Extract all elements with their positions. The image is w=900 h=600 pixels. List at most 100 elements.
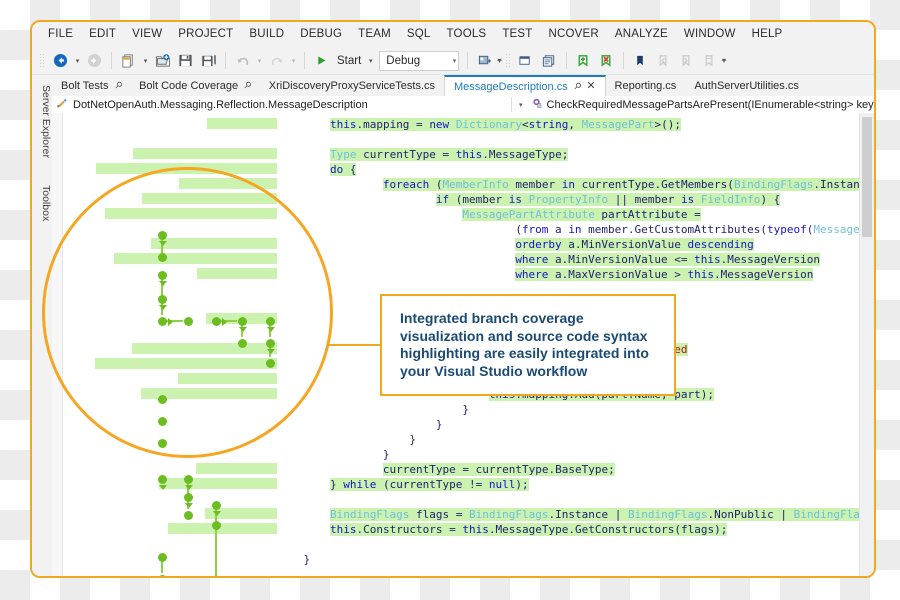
- menu-item-analyze[interactable]: ANALYZE: [607, 22, 676, 47]
- branch-coverage-node: [266, 317, 275, 326]
- document-tab-label: Bolt Code Coverage: [139, 79, 239, 92]
- menu-item-window[interactable]: WINDOW: [676, 22, 744, 47]
- document-tab-bolt-code-coverage[interactable]: Bolt Code Coverage ⚲: [130, 75, 260, 96]
- member-dropdown[interactable]: ▾ CheckRequiredMessagePartsArePresent(IE…: [511, 97, 874, 112]
- branch-coverage-node: [158, 253, 167, 262]
- navigate-forward-icon[interactable]: [84, 50, 105, 72]
- branch-link-vertical: [161, 277, 163, 297]
- sidebar-item-server-explorer[interactable]: Server Explorer: [32, 79, 52, 158]
- clear-bookmarks-icon[interactable]: [699, 50, 720, 72]
- branch-coverage-node: [158, 295, 167, 304]
- branch-arrow-down-icon: [158, 281, 167, 286]
- solution-configuration-select[interactable]: Debug ▾: [379, 50, 460, 71]
- code-line: BindingFlags flags = BindingFlags.Instan…: [329, 507, 860, 522]
- menu-item-team[interactable]: TEAM: [350, 22, 399, 47]
- toolbar-separator: [565, 52, 567, 69]
- toolbar: ▾ ▾ ▾ ▾ Start ▾ Debug ▾ _ ▾ _ ▾: [32, 47, 874, 75]
- save-all-icon[interactable]: [198, 50, 219, 72]
- code-line: }: [409, 432, 416, 447]
- window-icon[interactable]: [516, 50, 537, 72]
- new-item-dropdown-icon[interactable]: ▾: [140, 57, 151, 65]
- document-tab-bolt-tests[interactable]: Bolt Tests ⚲: [52, 75, 130, 96]
- member-dropdown-value: CheckRequiredMessagePartsArePresent(IEnu…: [546, 98, 874, 111]
- code-token: flags =: [409, 508, 470, 521]
- menu-item-file[interactable]: FILE: [40, 22, 81, 47]
- code-token: .Instance |: [813, 178, 860, 191]
- code-token: .MessageType.GetConstructors(flags);: [488, 523, 728, 536]
- new-item-icon[interactable]: [118, 50, 139, 72]
- branch-coverage-node: [158, 575, 167, 576]
- toolbar-grip[interactable]: [39, 52, 46, 69]
- next-bookmark-icon[interactable]: [676, 50, 697, 72]
- menu-item-edit[interactable]: EDIT: [81, 22, 124, 47]
- sidebar-item-toolbox[interactable]: Toolbox: [32, 179, 52, 221]
- toolbar-overflow-icon[interactable]: _ ▾: [722, 53, 726, 66]
- start-dropdown-icon[interactable]: ▾: [365, 57, 376, 65]
- start-debug-button[interactable]: [311, 50, 332, 72]
- save-icon[interactable]: [175, 50, 196, 72]
- menu-item-sql[interactable]: SQL: [399, 22, 439, 47]
- menu-item-help[interactable]: HELP: [744, 22, 791, 47]
- toolbar-overflow-icon[interactable]: _ ▾: [497, 53, 501, 66]
- branch-arrow-right-icon: [222, 317, 227, 326]
- undo-icon[interactable]: [232, 50, 253, 72]
- undo-dropdown-icon[interactable]: ▾: [254, 57, 265, 65]
- menu-item-tools[interactable]: TOOLS: [439, 22, 495, 47]
- pin-icon[interactable]: ⚲: [241, 79, 254, 91]
- coverage-highlight-bar: [197, 268, 277, 279]
- code-token: BindingFlags: [628, 508, 708, 521]
- vertical-scrollbar[interactable]: [859, 113, 874, 576]
- menu-item-test[interactable]: TEST: [494, 22, 540, 47]
- menu-item-build[interactable]: BUILD: [241, 22, 292, 47]
- vertical-scrollbar-thumb[interactable]: [862, 117, 872, 237]
- previous-bookmark-icon[interactable]: [653, 50, 674, 72]
- open-file-icon[interactable]: [152, 50, 173, 72]
- code-token: (: [429, 178, 443, 191]
- comment-icon[interactable]: [539, 50, 560, 72]
- document-tab-reporting-cs[interactable]: Reporting.cs: [606, 75, 686, 96]
- code-token: .mapping =: [356, 118, 430, 131]
- document-tab-messagedescription-cs[interactable]: MessageDescription.cs ⚲ ✕: [444, 75, 606, 96]
- navigate-back-dropdown-icon[interactable]: ▾: [72, 57, 83, 65]
- add-bookmark-icon[interactable]: [573, 50, 594, 72]
- chevron-down-icon[interactable]: ▾: [516, 101, 526, 109]
- branch-coverage-node: [238, 317, 247, 326]
- code-token: >();: [654, 118, 682, 131]
- pin-icon[interactable]: ⚲: [112, 79, 124, 91]
- coverage-highlight-bar: [151, 238, 277, 249]
- coverage-highlight-bar: [207, 118, 277, 129]
- branch-arrow-down-icon: [266, 327, 275, 332]
- code-token: ) {: [760, 193, 781, 206]
- branch-link-vertical: [215, 507, 217, 576]
- code-line: do {: [329, 162, 357, 177]
- code-token: BindingFlags: [733, 178, 814, 191]
- bookmark-icon[interactable]: [630, 50, 651, 72]
- close-icon[interactable]: ✕: [586, 81, 595, 92]
- branch-coverage-node: [184, 317, 193, 326]
- code-token: if: [435, 193, 450, 206]
- toolbar-grip[interactable]: [504, 52, 512, 69]
- branch-coverage-node: [212, 317, 221, 326]
- code-token: this: [687, 268, 715, 281]
- navigate-back-icon[interactable]: [50, 50, 71, 72]
- coverage-highlight-bar: [96, 163, 277, 174]
- class-dropdown[interactable]: DotNetOpenAuth.Messaging.Reflection.Mess…: [52, 97, 511, 112]
- menu-item-debug[interactable]: DEBUG: [292, 22, 350, 47]
- method-symbol-icon: [530, 97, 543, 112]
- code-line: orderby a.MinVersionValue descending: [515, 237, 754, 252]
- menu-item-view[interactable]: VIEW: [124, 22, 170, 47]
- remove-bookmark-icon[interactable]: [596, 50, 617, 72]
- document-tab-xridiscoveryproxyservicetests-cs[interactable]: XriDiscoveryProxyServiceTests.cs: [260, 75, 444, 96]
- redo-dropdown-icon[interactable]: ▾: [288, 57, 299, 65]
- start-button-label[interactable]: Start: [333, 55, 365, 67]
- code-token: BindingFlags: [793, 508, 860, 521]
- redo-icon[interactable]: [266, 50, 287, 72]
- document-tab-label: Bolt Tests: [61, 79, 109, 92]
- solution-platform-icon[interactable]: [474, 50, 495, 72]
- code-line: } while (currentType != null);: [329, 477, 529, 492]
- document-tab-authserverutilities-cs[interactable]: AuthServerUtilities.cs: [685, 75, 808, 96]
- pin-icon[interactable]: ⚲: [571, 80, 584, 92]
- menu-item-ncover[interactable]: NCOVER: [541, 22, 607, 47]
- menu-item-project[interactable]: PROJECT: [170, 22, 241, 47]
